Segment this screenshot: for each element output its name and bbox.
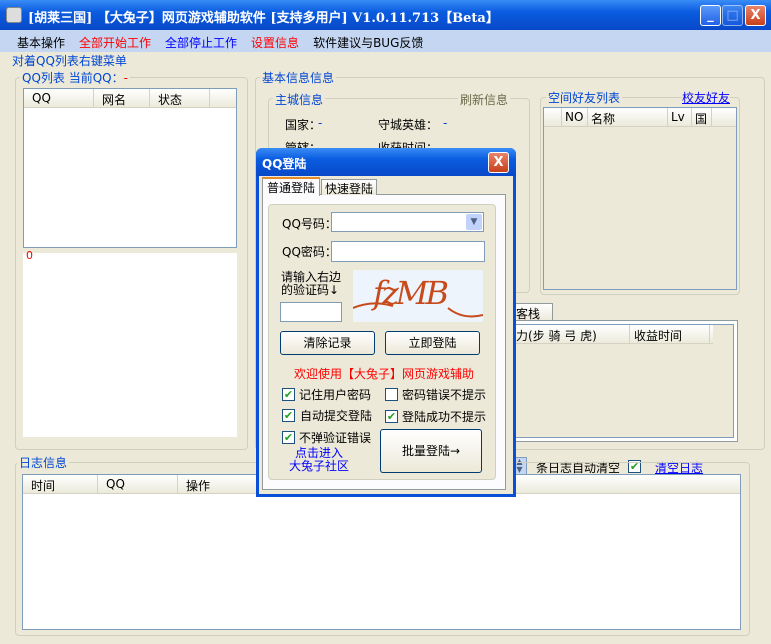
no-wrong-password-prompt-label: 密码错误不提示 (402, 388, 487, 402)
friends-header: NO 名称 Lv 国 (544, 108, 736, 127)
dialog-close-button[interactable]: X (488, 152, 509, 173)
menu-start-all[interactable]: 全部开始工作 (72, 30, 158, 52)
no-captcha-error-label: 不弹验证错误 (299, 431, 372, 445)
welcome-text: 欢迎使用【大兔子】网页游戏辅助 (294, 367, 475, 381)
city-info-label: 主城信息 (273, 91, 326, 108)
qq-number-label: QQ号码： (282, 217, 337, 231)
minimize-button[interactable]: _ (700, 5, 721, 26)
clear-records-button[interactable]: 清除记录 (280, 331, 375, 355)
context-hint: 对着QQ列表右键菜单 (12, 54, 127, 68)
qq-number-combobox[interactable]: ▼ (331, 212, 484, 232)
login-now-button[interactable]: 立即登陆 (385, 331, 480, 355)
col-country[interactable]: 国 (692, 108, 712, 126)
country-value: - (318, 116, 323, 130)
auto-submit-label: 自动提交登陆 (300, 409, 373, 423)
captcha-label: 请输入右边 的验证码↓ (281, 271, 341, 297)
captcha-label-line1: 请输入右边 (281, 270, 342, 284)
qq-list[interactable]: QQ 网名 状态 (23, 88, 237, 248)
qq-password-label: QQ密码： (282, 245, 337, 259)
friends-label: 空间好友列表 (546, 89, 623, 106)
no-success-prompt-checkbox[interactable]: ✔ (385, 410, 398, 423)
community-link-line1: 点击进入 (294, 446, 343, 460)
tab-normal-login[interactable]: 普通登陆 (262, 177, 320, 196)
menu-stop-all[interactable]: 全部停止工作 (158, 30, 244, 52)
qq-password-input[interactable] (331, 241, 485, 262)
tab-quick-login-label: 快速登陆 (324, 182, 373, 196)
remember-password-checkbox[interactable]: ✔ (282, 388, 295, 401)
log-label: 日志信息 (17, 454, 70, 471)
captcha-label-line2: 的验证码↓ (281, 283, 340, 297)
col-nickname[interactable]: 网名 (94, 89, 150, 107)
close-button[interactable]: X (745, 5, 766, 26)
basic-info-label: 基本信息信息 (260, 69, 337, 86)
menu-basic-ops[interactable]: 基本操作 (10, 30, 72, 52)
menu-feedback[interactable]: 软件建议与BUG反馈 (306, 30, 430, 52)
community-link-line2: 大兔子社区 (288, 459, 349, 473)
no-captcha-error-checkbox[interactable]: ✔ (282, 431, 295, 444)
inn-list[interactable]: 兵力(步 骑 弓 虎) 收益时间 (499, 324, 734, 438)
dialog-title: QQ登陆 (262, 157, 307, 171)
app-icon (6, 7, 22, 23)
menu-settings[interactable]: 设置信息 (244, 30, 306, 52)
no-wrong-password-prompt-checkbox[interactable] (385, 388, 398, 401)
hero-value: - (443, 116, 448, 130)
community-link[interactable]: 点击进入 大兔子社区 (288, 447, 350, 473)
log-list[interactable]: 时间 QQ 操作 (22, 474, 741, 630)
qq-list-header: QQ 网名 状态 (24, 89, 236, 108)
friends-list[interactable]: NO 名称 Lv 国 (543, 107, 737, 290)
hero-label: 守城英雄： (378, 118, 439, 132)
col-qq[interactable]: QQ (24, 89, 94, 107)
current-qq: - (123, 71, 128, 85)
qq-list-title: QQ列表 当前QQ： (22, 71, 124, 85)
qq-detail-panel (23, 253, 237, 437)
remember-password-label: 记住用户密码 (299, 388, 372, 402)
col-name[interactable]: 名称 (588, 108, 668, 126)
country-label: 国家： (285, 118, 322, 132)
captcha-input[interactable] (280, 302, 342, 322)
batch-login-button[interactable]: 批量登陆→ (380, 429, 482, 473)
classmates-link[interactable]: 校友好友 (682, 89, 731, 106)
tab-quick-login[interactable]: 快速登陆 (321, 179, 377, 196)
captcha-text: fzMB (373, 274, 449, 312)
tab-inn-label: 客栈 (515, 307, 540, 321)
qq-count: 0 (26, 249, 33, 262)
col-log-qq[interactable]: QQ (98, 475, 178, 493)
col-lv[interactable]: Lv (668, 108, 692, 126)
captcha-image[interactable]: fzMB (353, 270, 483, 322)
col-troops[interactable]: 兵力(步 骑 弓 虎) (500, 325, 630, 343)
col-no[interactable]: NO (562, 108, 588, 126)
col-income-time[interactable]: 收益时间 (630, 325, 710, 343)
maximize-button[interactable]: □ (722, 5, 743, 26)
window-title: [胡莱三国] 【大兔子】网页游戏辅助软件 [支持多用户] V1.0.11.713… (28, 11, 499, 26)
qq-list-label: QQ列表 当前QQ：- (20, 69, 130, 86)
refresh-info-button[interactable]: 刷新信息 (458, 91, 511, 108)
col-status[interactable]: 状态 (150, 89, 210, 107)
no-success-prompt-label: 登陆成功不提示 (402, 410, 487, 424)
tab-normal-login-label: 普通登陆 (266, 181, 315, 195)
col-time[interactable]: 时间 (23, 475, 98, 493)
inn-header: 兵力(步 骑 弓 虎) 收益时间 (500, 325, 713, 344)
auto-submit-checkbox[interactable]: ✔ (282, 409, 295, 422)
inn-panel: 兵力(步 骑 弓 虎) 收益时间 (495, 320, 738, 442)
menu-bar: 基本操作 全部开始工作 全部停止工作 设置信息 软件建议与BUG反馈 (0, 30, 771, 52)
chevron-down-icon[interactable]: ▼ (466, 214, 482, 230)
